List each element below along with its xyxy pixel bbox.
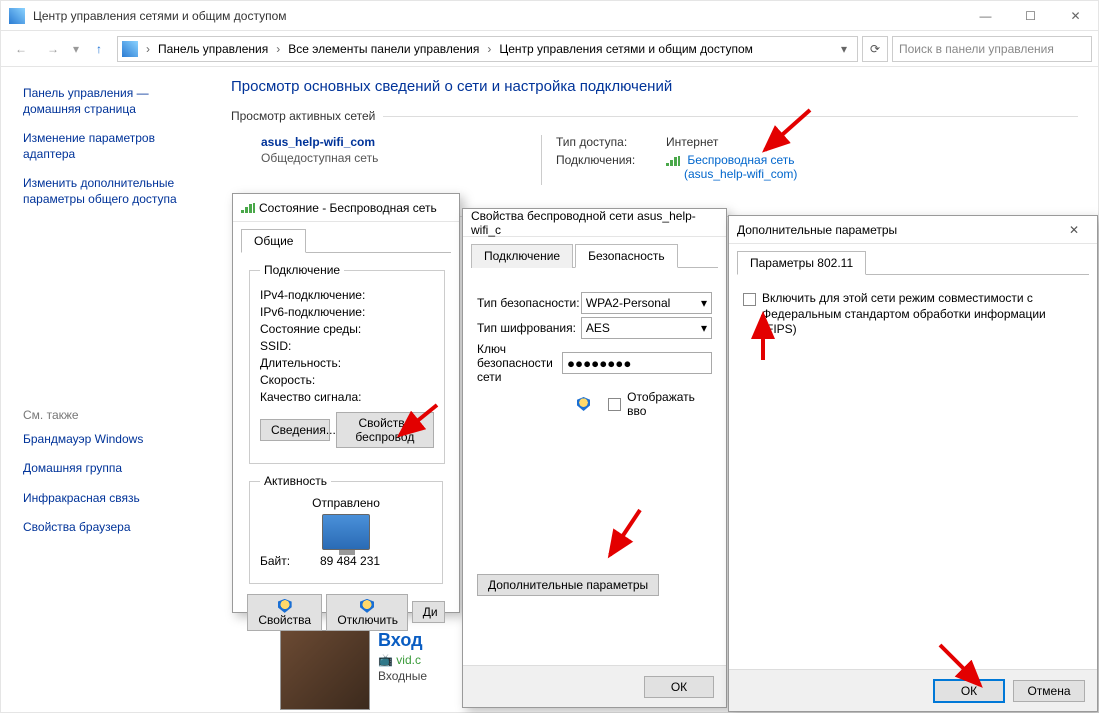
dialog-title: Состояние - Беспроводная сеть [259, 201, 451, 215]
ok-button[interactable]: ОК [644, 676, 714, 698]
dialog-footer: ОК [463, 665, 726, 707]
details-button[interactable]: Сведения... [260, 419, 330, 441]
signal-icon [666, 156, 680, 166]
network-name: asus_help-wifi_com [261, 135, 541, 149]
sidebar-home-link[interactable]: Панель управления — домашняя страница [23, 86, 199, 117]
sidebar-link-irda[interactable]: Инфракрасная связь [23, 491, 199, 507]
security-type-label: Тип безопасности: [477, 296, 581, 310]
activity-group: Активность Отправлено Байт: 89 484 231 [249, 474, 443, 584]
maximize-button[interactable]: ☐ [1008, 1, 1053, 31]
speed-label: Скорость: [260, 373, 420, 387]
dialog-title-bar[interactable]: Состояние - Беспроводная сеть [233, 194, 459, 222]
tab-general[interactable]: Общие [241, 229, 306, 253]
nav-up-button[interactable]: ↑ [85, 35, 113, 63]
security-type-select[interactable]: WPA2-Personal▾ [581, 292, 712, 314]
see-also-label: См. также [23, 408, 199, 422]
tab-80211[interactable]: Параметры 802.11 [737, 251, 866, 275]
sidebar-link-browser[interactable]: Свойства браузера [23, 520, 199, 536]
tabstrip: Подключение Безопасность [471, 243, 718, 268]
signal-icon [241, 203, 255, 213]
dialog-title: Дополнительные параметры [737, 223, 1059, 237]
ipv6-label: IPv6-подключение: [260, 305, 420, 319]
ok-button[interactable]: ОК [933, 679, 1005, 703]
advanced-settings-button[interactable]: Дополнительные параметры [477, 574, 659, 596]
monitor-icon [322, 514, 370, 550]
encryption-type-select[interactable]: AES▾ [581, 317, 712, 339]
refresh-button[interactable]: ⟳ [862, 36, 888, 62]
search-input[interactable]: Поиск в панели управления [892, 36, 1092, 62]
connection-group: Подключение IPv4-подключение: IPv6-подкл… [249, 263, 445, 464]
network-type: Общедоступная сеть [261, 151, 541, 165]
connection-label: Подключения: [556, 153, 666, 181]
tabstrip: Общие [241, 228, 451, 253]
shield-icon [360, 599, 374, 613]
page-title: Просмотр основных сведений о сети и наст… [231, 78, 1078, 95]
fips-checkbox[interactable] [743, 293, 756, 306]
disable-button[interactable]: Отключить [326, 594, 407, 631]
bytes-value: 89 484 231 [320, 554, 380, 568]
cancel-button[interactable]: Отмена [1013, 680, 1085, 702]
dialog-title-bar[interactable]: Дополнительные параметры ✕ [729, 216, 1097, 244]
breadcrumb-item[interactable]: Панель управления [154, 42, 272, 56]
app-icon [9, 8, 25, 24]
fips-label: Включить для этой сети режим совместимос… [762, 291, 1083, 338]
ad-domain: 📺 vid.c [378, 653, 427, 667]
breadcrumb-dropdown[interactable]: ▾ [835, 37, 853, 61]
breadcrumb-icon [122, 41, 138, 57]
connection-link[interactable]: Беспроводная сеть [687, 153, 794, 167]
ssid-label: SSID: [260, 339, 420, 353]
navigation-bar: ← → ▾ ↑ › Панель управления › Все элемен… [1, 31, 1098, 67]
tabstrip: Параметры 802.11 [737, 250, 1089, 275]
close-icon[interactable]: ✕ [1059, 219, 1089, 241]
sidebar-link-sharing[interactable]: Изменить дополнительные параметры общего… [23, 176, 199, 207]
shield-icon [278, 599, 292, 613]
ipv4-label: IPv4-подключение: [260, 288, 420, 302]
access-type-label: Тип доступа: [556, 135, 666, 149]
nav-forward-button[interactable]: → [39, 35, 67, 63]
window-title: Центр управления сетями и общим доступом [33, 9, 963, 23]
encryption-type-label: Тип шифрования: [477, 321, 581, 335]
sidebar: Панель управления — домашняя страница Из… [1, 68, 211, 712]
breadcrumb-item[interactable]: Центр управления сетями и общим доступом [495, 42, 757, 56]
access-type-value: Интернет [666, 135, 718, 149]
sidebar-link-adapter[interactable]: Изменение параметров адаптера [23, 131, 199, 162]
connection-detail[interactable]: (asus_help-wifi_com) [684, 167, 797, 181]
shield-icon [577, 397, 590, 411]
show-chars-checkbox[interactable] [608, 398, 621, 411]
media-state-label: Состояние среды: [260, 322, 420, 336]
dialog-footer: ОК Отмена [729, 669, 1097, 711]
sent-label: Отправлено [312, 496, 380, 510]
nav-back-button[interactable]: ← [7, 35, 35, 63]
ad-desc: Входные [378, 669, 427, 683]
sidebar-link-homegroup[interactable]: Домашняя группа [23, 461, 199, 477]
close-button[interactable]: ✕ [1053, 1, 1098, 31]
network-key-input[interactable] [562, 352, 712, 374]
minimize-button[interactable]: — [963, 1, 1008, 31]
title-bar: Центр управления сетями и общим доступом… [1, 1, 1098, 31]
network-key-label: Ключ безопасности сети [477, 342, 562, 384]
breadcrumb-item[interactable]: Все элементы панели управления [284, 42, 483, 56]
wireless-properties-button[interactable]: Свойства беспровод [336, 412, 434, 448]
properties-button[interactable]: Свойства [247, 594, 322, 631]
show-chars-label: Отображать вво [627, 390, 712, 418]
dialog-title-bar[interactable]: Свойства беспроводной сети asus_help-wif… [463, 209, 726, 237]
advanced-dialog: Дополнительные параметры ✕ Параметры 802… [728, 215, 1098, 712]
dialog-title: Свойства беспроводной сети asus_help-wif… [471, 209, 718, 237]
active-network-block: asus_help-wifi_com Общедоступная сеть Ти… [261, 135, 1078, 185]
tab-security[interactable]: Безопасность [575, 244, 678, 268]
signal-quality-label: Качество сигнала: [260, 390, 420, 404]
diagnose-button[interactable]: Ди [412, 601, 445, 623]
status-dialog: Состояние - Беспроводная сеть Общие Подк… [232, 193, 460, 613]
duration-label: Длительность: [260, 356, 420, 370]
sidebar-link-firewall[interactable]: Брандмауэр Windows [23, 432, 199, 448]
breadcrumb[interactable]: › Панель управления › Все элементы панел… [117, 36, 858, 62]
active-networks-label: Просмотр активных сетей [231, 109, 1078, 123]
tab-connection[interactable]: Подключение [471, 244, 573, 268]
bytes-label: Байт: [260, 554, 320, 568]
properties-dialog: Свойства беспроводной сети asus_help-wif… [462, 208, 727, 708]
